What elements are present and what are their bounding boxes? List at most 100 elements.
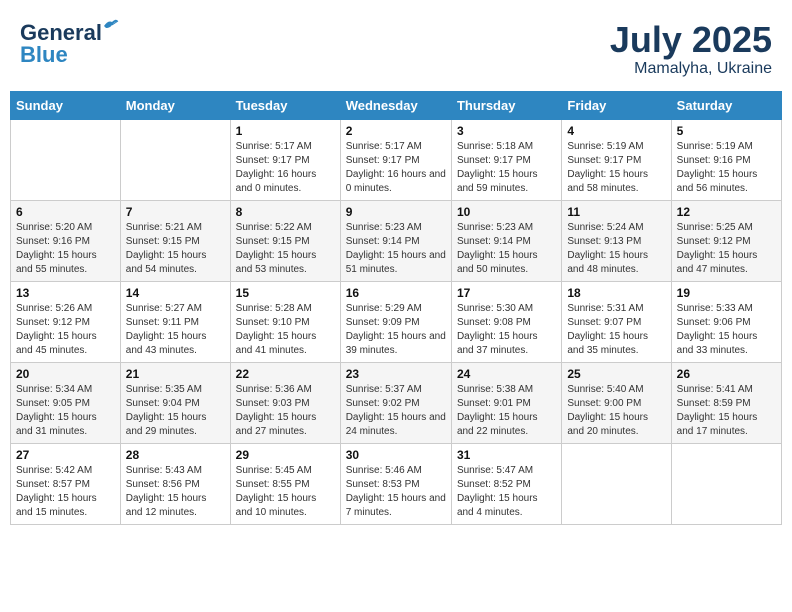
col-header-wednesday: Wednesday: [340, 91, 451, 119]
calendar-cell: 17Sunrise: 5:30 AM Sunset: 9:08 PM Dayli…: [451, 281, 561, 362]
day-number: 13: [16, 286, 115, 300]
calendar-cell: 9 Sunrise: 5:23 AM Sunset: 9:14 PM Daylig…: [340, 200, 451, 281]
day-info: Sunrise: 5:23 AM Sunset: 9:14 PM Dayligh…: [457, 221, 556, 277]
day-number: 19: [677, 286, 776, 300]
calendar-cell: 13 Sunrise: 5:26 AM Sunset: 9:12 PM Dayli…: [11, 281, 121, 362]
calendar-cell: [671, 443, 781, 524]
calendar-cell: 21 Sunrise: 5:35 AM Sunset: 9:04 PM Dayli…: [120, 362, 230, 443]
calendar-cell: 26 Sunrise: 5:41 AM Sunset: 8:59 PM Dayli…: [671, 362, 781, 443]
day-number: 24: [457, 367, 556, 381]
day-info: Sunrise: 5:26 AM Sunset: 9:12 PM Dayligh…: [16, 302, 115, 358]
day-number: 28: [126, 448, 225, 462]
calendar-cell: 12 Sunrise: 5:25 AM Sunset: 9:12 PM Dayli…: [671, 200, 781, 281]
day-number: 25: [567, 367, 665, 381]
day-number: 10: [457, 205, 556, 219]
day-info: Sunrise: 5:45 AM Sunset: 8:55 PM Dayligh…: [236, 464, 335, 520]
calendar-cell: 24 Sunrise: 5:38 AM Sunset: 9:01 PM Dayli…: [451, 362, 561, 443]
calendar-cell: 6 Sunrise: 5:20 AM Sunset: 9:16 PM Daylig…: [11, 200, 121, 281]
title-block: July 2025 Mamalyha, Ukraine: [610, 20, 772, 78]
calendar-cell: 23Sunrise: 5:37 AM Sunset: 9:02 PM Dayli…: [340, 362, 451, 443]
calendar-table: SundayMondayTuesdayWednesdayThursdayFrid…: [10, 91, 782, 525]
calendar-cell: 28 Sunrise: 5:43 AM Sunset: 8:56 PM Dayli…: [120, 443, 230, 524]
day-info: Sunrise: 5:25 AM Sunset: 9:12 PM Dayligh…: [677, 221, 776, 277]
calendar-cell: [120, 119, 230, 200]
day-info: Sunrise: 5:21 AM Sunset: 9:15 PM Dayligh…: [126, 221, 225, 277]
day-number: 4: [567, 124, 665, 138]
day-number: 5: [677, 124, 776, 138]
day-info: Sunrise: 5:29 AM Sunset: 9:09 PM Dayligh…: [346, 302, 446, 358]
calendar-cell: 5 Sunrise: 5:19 AM Sunset: 9:16 PM Daylig…: [671, 119, 781, 200]
logo-general: General: [20, 20, 102, 45]
day-number: 20: [16, 367, 115, 381]
day-number: 11: [567, 205, 665, 219]
day-number: 6: [16, 205, 115, 219]
day-number: 27: [16, 448, 115, 462]
calendar-cell: 16 Sunrise: 5:29 AM Sunset: 9:09 PM Dayli…: [340, 281, 451, 362]
day-info: Sunrise: 5:19 AM Sunset: 9:17 PM Dayligh…: [567, 140, 665, 196]
day-info: Sunrise: 5:46 AM Sunset: 8:53 PM Dayligh…: [346, 464, 446, 520]
col-header-sunday: Sunday: [11, 91, 121, 119]
day-info: Sunrise: 5:47 AM Sunset: 8:52 PM Dayligh…: [457, 464, 556, 520]
day-info: Sunrise: 5:33 AM Sunset: 9:06 PM Dayligh…: [677, 302, 776, 358]
calendar-cell: 30 Sunrise: 5:46 AM Sunset: 8:53 PM Dayli…: [340, 443, 451, 524]
day-number: 21: [126, 367, 225, 381]
calendar-cell: 10 Sunrise: 5:23 AM Sunset: 9:14 PM Dayli…: [451, 200, 561, 281]
day-info: Sunrise: 5:19 AM Sunset: 9:16 PM Dayligh…: [677, 140, 776, 196]
page-header: General Blue July 2025 Mamalyha, Ukraine: [10, 10, 782, 83]
day-info: Sunrise: 5:31 AM Sunset: 9:07 PM Dayligh…: [567, 302, 665, 358]
day-number: 15: [236, 286, 335, 300]
calendar-cell: 18 Sunrise: 5:31 AM Sunset: 9:07 PM Dayli…: [562, 281, 671, 362]
day-number: 26: [677, 367, 776, 381]
day-info: Sunrise: 5:36 AM Sunset: 9:03 PM Dayligh…: [236, 383, 335, 439]
day-info: Sunrise: 5:35 AM Sunset: 9:04 PM Dayligh…: [126, 383, 225, 439]
day-info: Sunrise: 5:27 AM Sunset: 9:11 PM Dayligh…: [126, 302, 225, 358]
calendar-cell: 22 Sunrise: 5:36 AM Sunset: 9:03 PM Dayli…: [230, 362, 340, 443]
day-info: Sunrise: 5:38 AM Sunset: 9:01 PM Dayligh…: [457, 383, 556, 439]
day-info: Sunrise: 5:17 AM Sunset: 9:17 PM Dayligh…: [346, 140, 446, 196]
calendar-week-row: 1 Sunrise: 5:17 AM Sunset: 9:17 PM Daylig…: [11, 119, 782, 200]
calendar-week-row: 13 Sunrise: 5:26 AM Sunset: 9:12 PM Dayli…: [11, 281, 782, 362]
calendar-cell: 29Sunrise: 5:45 AM Sunset: 8:55 PM Dayli…: [230, 443, 340, 524]
day-number: 31: [457, 448, 556, 462]
calendar-cell: 27Sunrise: 5:42 AM Sunset: 8:57 PM Dayli…: [11, 443, 121, 524]
day-info: Sunrise: 5:41 AM Sunset: 8:59 PM Dayligh…: [677, 383, 776, 439]
calendar-cell: [562, 443, 671, 524]
calendar-cell: 7Sunrise: 5:21 AM Sunset: 9:15 PM Daylig…: [120, 200, 230, 281]
day-info: Sunrise: 5:18 AM Sunset: 9:17 PM Dayligh…: [457, 140, 556, 196]
calendar-cell: 3 Sunrise: 5:18 AM Sunset: 9:17 PM Daylig…: [451, 119, 561, 200]
day-number: 16: [346, 286, 446, 300]
day-info: Sunrise: 5:43 AM Sunset: 8:56 PM Dayligh…: [126, 464, 225, 520]
month-title: July 2025: [610, 20, 772, 60]
calendar-week-row: 6 Sunrise: 5:20 AM Sunset: 9:16 PM Daylig…: [11, 200, 782, 281]
logo-bird-icon: [102, 16, 120, 34]
location-title: Mamalyha, Ukraine: [610, 60, 772, 78]
calendar-cell: 1Sunrise: 5:17 AM Sunset: 9:17 PM Daylig…: [230, 119, 340, 200]
calendar-cell: 15Sunrise: 5:28 AM Sunset: 9:10 PM Dayli…: [230, 281, 340, 362]
col-header-friday: Friday: [562, 91, 671, 119]
day-number: 3: [457, 124, 556, 138]
day-number: 1: [236, 124, 335, 138]
calendar-week-row: 20 Sunrise: 5:34 AM Sunset: 9:05 PM Dayli…: [11, 362, 782, 443]
day-number: 17: [457, 286, 556, 300]
day-number: 14: [126, 286, 225, 300]
calendar-cell: 19 Sunrise: 5:33 AM Sunset: 9:06 PM Dayli…: [671, 281, 781, 362]
day-number: 18: [567, 286, 665, 300]
day-number: 12: [677, 205, 776, 219]
day-number: 23: [346, 367, 446, 381]
calendar-cell: 8Sunrise: 5:22 AM Sunset: 9:15 PM Daylig…: [230, 200, 340, 281]
day-number: 30: [346, 448, 446, 462]
day-number: 22: [236, 367, 335, 381]
day-info: Sunrise: 5:34 AM Sunset: 9:05 PM Dayligh…: [16, 383, 115, 439]
calendar-cell: 11 Sunrise: 5:24 AM Sunset: 9:13 PM Dayli…: [562, 200, 671, 281]
day-number: 8: [236, 205, 335, 219]
day-number: 9: [346, 205, 446, 219]
col-header-saturday: Saturday: [671, 91, 781, 119]
calendar-header-row: SundayMondayTuesdayWednesdayThursdayFrid…: [11, 91, 782, 119]
col-header-thursday: Thursday: [451, 91, 561, 119]
col-header-tuesday: Tuesday: [230, 91, 340, 119]
day-info: Sunrise: 5:20 AM Sunset: 9:16 PM Dayligh…: [16, 221, 115, 277]
day-info: Sunrise: 5:23 AM Sunset: 9:14 PM Dayligh…: [346, 221, 446, 277]
day-info: Sunrise: 5:24 AM Sunset: 9:13 PM Dayligh…: [567, 221, 665, 277]
calendar-cell: [11, 119, 121, 200]
calendar-cell: 20 Sunrise: 5:34 AM Sunset: 9:05 PM Dayli…: [11, 362, 121, 443]
